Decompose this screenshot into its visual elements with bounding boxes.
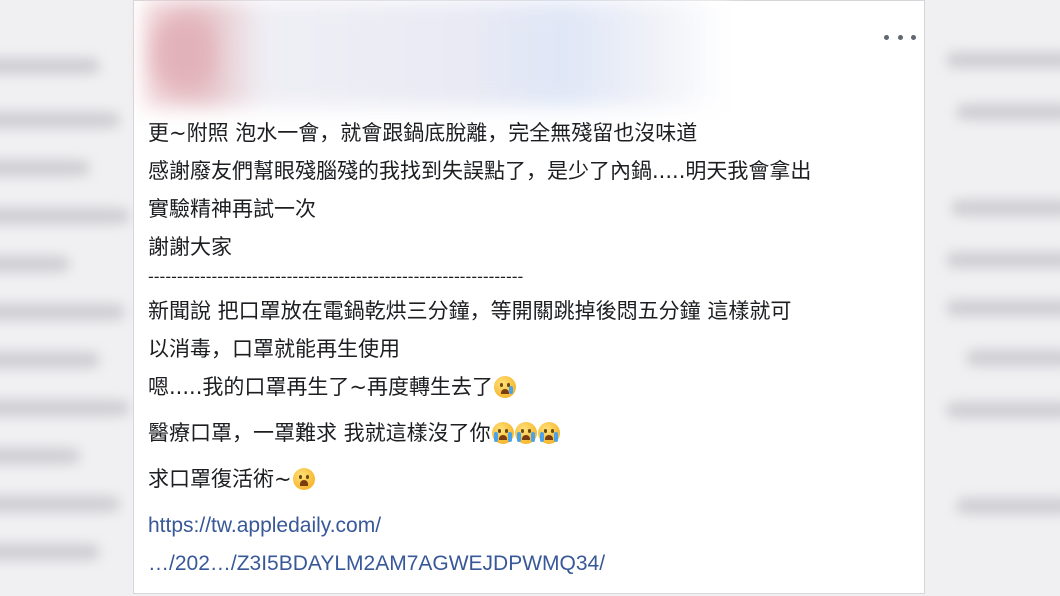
more-horizontal-icon[interactable]: [884, 25, 916, 49]
post-line-text: 求口罩復活術~: [148, 467, 292, 491]
post-line: 求口罩復活術~: [148, 460, 908, 498]
post-line: 感謝廢友們幫眼殘腦殘的我找到失誤點了，是少了內鍋.....明天我會拿出: [148, 159, 812, 183]
loudly-crying-face-icon: [537, 422, 560, 444]
post-line-text: 嗯.....我的口罩再生了~再度轉生去了: [148, 375, 493, 399]
link-line: https://tw.appledaily.com/: [148, 506, 908, 544]
post-line: 謝謝大家: [148, 235, 232, 259]
crying-face-icon: [493, 376, 516, 398]
article-link-path[interactable]: …/202…/Z3I5BDAYLM2AM7AGWEJDPWMQ34/: [148, 552, 605, 575]
post-line: 醫療口罩，一罩難求 我就這樣沒了你: [148, 414, 908, 452]
post-line: 以消毒，口罩就能再生使用: [148, 337, 400, 361]
background-feed-right: [926, 0, 1060, 596]
post-header-blurred: [144, 1, 729, 107]
tired-face-icon: [292, 468, 315, 490]
post-line: 實驗精神再試一次: [148, 197, 316, 221]
post-body: 更~附照 泡水一會，就會跟鍋底脫離，完全無殘留也沒味道 感謝廢友們幫眼殘腦殘的我…: [148, 114, 908, 582]
link-line: …/202…/Z3I5BDAYLM2AM7AGWEJDPWMQ34/: [148, 544, 908, 582]
post-line: 更~附照 泡水一會，就會跟鍋底脫離，完全無殘留也沒味道: [148, 121, 698, 145]
post-line-text: 醫療口罩，一罩難求 我就這樣沒了你: [148, 421, 491, 445]
text-divider: ----------------------------------------…: [148, 267, 524, 286]
avatar: [154, 15, 214, 91]
post-line: 嗯.....我的口罩再生了~再度轉生去了: [148, 368, 908, 406]
background-feed-left: [0, 0, 133, 596]
post-line: 新聞說 把口罩放在電鍋乾烘三分鐘，等開關跳掉後悶五分鐘 這樣就可: [148, 299, 792, 323]
loudly-crying-face-icon: [514, 422, 537, 444]
loudly-crying-face-icon: [491, 422, 514, 444]
article-link[interactable]: https://tw.appledaily.com/: [148, 514, 381, 537]
post-card: 更~附照 泡水一會，就會跟鍋底脫離，完全無殘留也沒味道 感謝廢友們幫眼殘腦殘的我…: [133, 0, 925, 594]
